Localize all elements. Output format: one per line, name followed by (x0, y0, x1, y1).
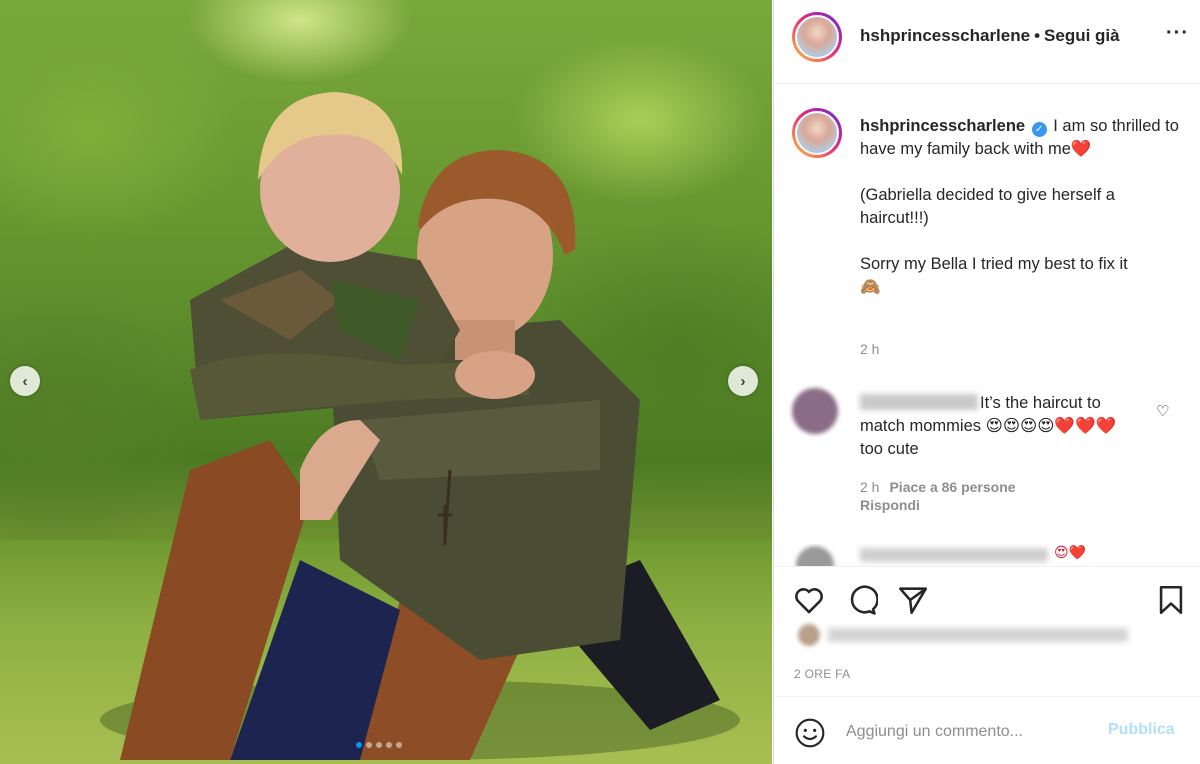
comment-avatar[interactable] (792, 388, 838, 434)
chevron-left-icon[interactable]: ‹ (10, 366, 40, 396)
carousel-dot (356, 742, 362, 748)
heart-emoji-icon: ❤️ (1070, 140, 1092, 158)
carousel-dot (396, 742, 402, 748)
bookmark-icon[interactable] (1154, 583, 1188, 617)
header-user-line: hshprincesscharlene • Segui già (860, 26, 1120, 46)
reply-button[interactable]: Rispondi (860, 497, 920, 513)
comment: It’s the haircut to match mommies 😍😍😍😍❤️… (860, 392, 1150, 461)
comment2-avatar[interactable] (796, 546, 834, 566)
avatar[interactable] (792, 12, 842, 62)
photo-scene (100, 92, 740, 760)
comment-icon[interactable] (844, 583, 878, 617)
caption-avatar[interactable] (792, 108, 842, 158)
comment-timestamp[interactable]: 2 h (860, 479, 879, 495)
post-photo[interactable]: ‹ › (0, 0, 772, 764)
follow-status-button[interactable]: Segui già (1044, 26, 1120, 45)
monkey-emoji-icon: 🙈 (860, 278, 881, 296)
post-caption: hshprincesscharlene ✓ I am so thrilled t… (860, 115, 1180, 299)
caption-timestamp[interactable]: 2 h (860, 341, 879, 357)
action-bar (774, 566, 1200, 630)
comment-meta: 2 h Piace a 86 persone (860, 479, 1016, 495)
blurred-likes-text (828, 628, 1128, 642)
header-username[interactable]: hshprincesscharlene (860, 26, 1030, 45)
comment-likes[interactable]: Piace a 86 persone (889, 479, 1015, 495)
carousel-dot (366, 742, 372, 748)
caption-username[interactable]: hshprincesscharlene (860, 117, 1025, 135)
caption-line3: Sorry my Bella I tried my best to fix it (860, 255, 1128, 273)
smiley-icon[interactable] (794, 717, 826, 749)
liker-avatar (798, 624, 820, 646)
blurred-username[interactable] (860, 548, 1048, 562)
heart-outline-icon[interactable]: ♡ (1156, 402, 1169, 420)
comment2-emojis: 😍❤️ (1054, 544, 1087, 560)
blurred-username[interactable] (860, 394, 978, 410)
heart-icon[interactable] (792, 583, 826, 617)
post-header: hshprincesscharlene • Segui già ··· (774, 0, 1200, 84)
verified-badge-icon: ✓ (1031, 122, 1047, 137)
add-comment-bar: Pubblica (774, 696, 1200, 764)
header-separator: • (1034, 26, 1041, 45)
likes-summary-blurred[interactable] (794, 624, 1134, 650)
share-icon[interactable] (896, 583, 930, 617)
comment-text-end: too cute (860, 440, 919, 458)
caption-line2: (Gabriella decided to give herself a hai… (860, 186, 1115, 227)
post-side-panel: hshprincesscharlene • Segui già ··· hshpri… (773, 0, 1200, 764)
more-options-icon[interactable]: ··· (1166, 22, 1189, 45)
comment-partial: 😍❤️ (792, 544, 1192, 566)
carousel-dot (376, 742, 382, 748)
chevron-right-icon[interactable]: › (728, 366, 758, 396)
comment-emojis: 😍😍😍😍❤️❤️❤️ (985, 417, 1117, 435)
carousel-dots (356, 742, 402, 748)
comment-input[interactable] (846, 719, 1096, 745)
publish-button[interactable]: Pubblica (1108, 721, 1175, 739)
carousel-dot (386, 742, 392, 748)
post-date[interactable]: 2 ORE FA (794, 667, 850, 681)
